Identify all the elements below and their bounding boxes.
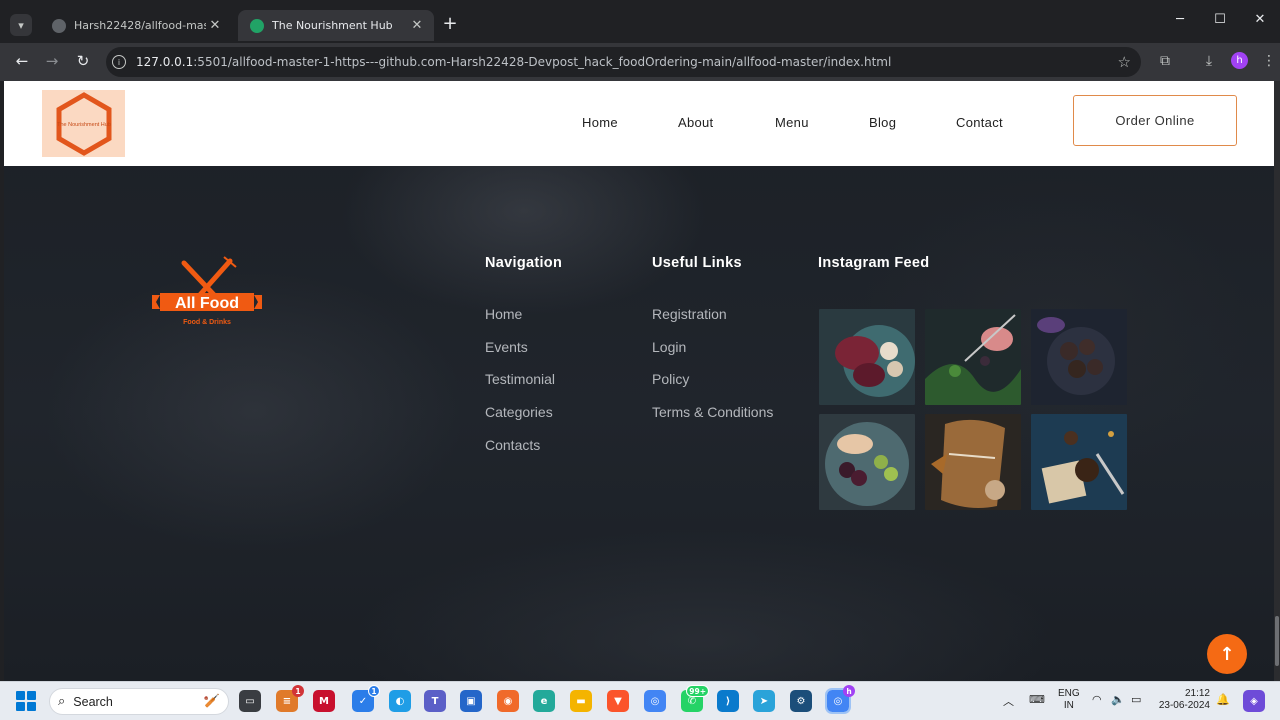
navigation-list: Home Events Testimonial Categories Conta… — [485, 306, 555, 469]
keyboard-icon[interactable]: ⌨ — [1029, 693, 1045, 706]
widgets-icon[interactable]: ≡ 1 — [276, 685, 304, 712]
brand-logo[interactable]: The Nourishment Hub — [42, 90, 125, 157]
site-header: The Nourishment Hub Home About Menu Blog… — [4, 81, 1274, 166]
bookmark-star-icon[interactable]: ☆ — [1118, 53, 1131, 71]
instagram-photo-chocolate-spread[interactable] — [1031, 414, 1127, 510]
site-favicon-icon — [250, 18, 264, 33]
mcafee-icon[interactable]: M — [313, 690, 335, 712]
footer-link-registration[interactable]: Registration — [652, 306, 773, 339]
arrow-up-icon: ↑ — [1219, 643, 1235, 665]
fork-knife-logo-icon: All Food Food & Drinks — [152, 256, 262, 326]
forward-arrow-icon[interactable]: → — [42, 52, 62, 70]
close-tab-icon[interactable]: ✕ — [206, 18, 224, 33]
footer-link-terms[interactable]: Terms & Conditions — [652, 404, 773, 437]
page-viewport: The Nourishment Hub Home About Menu Blog… — [4, 81, 1274, 681]
footer-link-contacts[interactable]: Contacts — [485, 437, 555, 470]
site-info-icon[interactable]: i — [112, 55, 126, 69]
app-icon[interactable]: ⚙ — [790, 690, 812, 712]
hexagon-logo-icon: The Nourishment Hub — [56, 91, 111, 156]
windows-start-icon[interactable] — [16, 691, 36, 711]
navigation-heading: Navigation — [485, 255, 563, 271]
chrome-icon[interactable]: ◎ — [644, 690, 666, 712]
menu-kebab-icon[interactable]: ⋮ — [1260, 53, 1278, 69]
chrome-profile-icon[interactable]: ◎ h — [825, 685, 855, 714]
footer-link-home[interactable]: Home — [485, 306, 555, 339]
tab-search-icon[interactable]: ▾ — [10, 14, 32, 36]
profile-avatar[interactable]: h — [1231, 52, 1248, 69]
svg-text:All Food: All Food — [175, 295, 239, 312]
tab-github[interactable]: Harsh22428/allfood-master-1-l ✕ — [40, 10, 232, 41]
tab-nourishment-hub[interactable]: The Nourishment Hub ✕ — [238, 10, 434, 41]
store-icon[interactable]: ▣ — [460, 690, 482, 712]
nav-blog[interactable]: Blog — [869, 115, 896, 130]
windows-taskbar: ⌕ Search 🏏 ▭ ≡ 1 M ✓ 1 ◐ T ▣ ◉ e ▬ ▼ ◎ ✆ 99… — [0, 681, 1280, 720]
instagram-photo-berries-spoon[interactable] — [925, 309, 1021, 405]
search-icon: ⌕ — [58, 694, 66, 709]
instagram-heading: Instagram Feed — [818, 255, 930, 271]
clock[interactable]: 21:12 23-06-2024 — [1158, 688, 1210, 712]
nav-menu[interactable]: Menu — [775, 115, 809, 130]
brave-icon[interactable]: ▼ — [607, 690, 629, 712]
footer-logo[interactable]: All Food Food & Drinks — [150, 253, 264, 327]
page-scrollbar[interactable] — [1274, 81, 1280, 681]
close-tab-icon[interactable]: ✕ — [408, 18, 426, 33]
scrollbar-thumb[interactable] — [1275, 616, 1279, 666]
todo-icon[interactable]: ✓ 1 — [352, 685, 380, 712]
copilot-icon[interactable]: ◐ — [389, 690, 411, 712]
tab-title: The Nourishment Hub — [272, 19, 393, 32]
github-favicon-icon — [52, 18, 66, 33]
order-online-button[interactable]: Order Online — [1073, 95, 1237, 146]
svg-text:The Nourishment Hub: The Nourishment Hub — [57, 122, 111, 128]
footer-link-policy[interactable]: Policy — [652, 371, 773, 404]
wifi-icon[interactable]: ◠ — [1092, 693, 1102, 706]
search-highlight-icon: 🏏 — [203, 694, 220, 709]
footer-link-login[interactable]: Login — [652, 339, 773, 372]
useful-links-list: Registration Login Policy Terms & Condit… — [652, 306, 773, 437]
scroll-to-top-button[interactable]: ↑ — [1207, 634, 1247, 674]
volume-icon[interactable]: 🔈 — [1111, 693, 1125, 706]
footer-link-testimonial[interactable]: Testimonial — [485, 371, 555, 404]
firefox-icon[interactable]: ◉ — [497, 690, 519, 712]
minimize-icon[interactable]: ─ — [1160, 12, 1200, 27]
task-view-icon[interactable]: ▭ — [239, 690, 261, 712]
back-arrow-icon[interactable]: ← — [12, 52, 32, 70]
notification-bell-icon[interactable]: 🔔 — [1216, 693, 1230, 706]
tray-chevron-up-icon[interactable]: ︿ — [1003, 693, 1014, 709]
nav-about[interactable]: About — [678, 115, 713, 130]
extensions-icon[interactable]: ⧉ — [1156, 53, 1174, 69]
svg-text:Food & Drinks: Food & Drinks — [183, 319, 231, 326]
teams-icon[interactable]: T — [424, 690, 446, 712]
instagram-grid — [819, 309, 1127, 510]
nav-home[interactable]: Home — [582, 115, 618, 130]
browser-toolbar: ← → ↻ i 127.0.0.1:5501/allfood-master-1-… — [0, 43, 1280, 81]
close-window-icon[interactable]: ✕ — [1240, 12, 1280, 27]
instagram-photo-grapes-platter[interactable] — [819, 414, 915, 510]
useful-links-heading: Useful Links — [652, 255, 742, 271]
download-icon[interactable]: ⤓ — [1200, 53, 1218, 69]
vscode-icon[interactable]: ⟩ — [717, 690, 739, 712]
instagram-photo-beetroot-garlic[interactable] — [819, 309, 915, 405]
address-bar[interactable]: i 127.0.0.1:5501/allfood-master-1-https-… — [106, 47, 1141, 77]
edge-icon[interactable]: e — [533, 690, 555, 712]
footer-link-events[interactable]: Events — [485, 339, 555, 372]
whatsapp-icon[interactable]: ✆ 99+ — [681, 685, 709, 712]
instagram-photo-bread-loaf[interactable] — [925, 414, 1021, 510]
maximize-icon[interactable]: ☐ — [1200, 12, 1240, 27]
reload-icon[interactable]: ↻ — [73, 52, 93, 70]
language-indicator[interactable]: ENG IN — [1058, 688, 1080, 712]
battery-icon[interactable]: ▭ — [1131, 693, 1141, 706]
instagram-photo-dark-dessert-balls[interactable] — [1031, 309, 1127, 405]
taskbar-search-box[interactable]: ⌕ Search 🏏 — [49, 688, 229, 715]
new-tab-plus-icon[interactable]: + — [440, 13, 460, 34]
copilot-pre-icon[interactable]: ◈ — [1243, 690, 1265, 712]
search-label: Search — [73, 694, 113, 709]
nav-contact[interactable]: Contact — [956, 115, 1003, 130]
file-explorer-icon[interactable]: ▬ — [570, 690, 592, 712]
footer-link-categories[interactable]: Categories — [485, 404, 555, 437]
tab-title: Harsh22428/allfood-master-1-l — [74, 19, 206, 32]
telegram-icon[interactable]: ➤ — [753, 690, 775, 712]
url-text[interactable]: 127.0.0.1:5501/allfood-master-1-https---… — [136, 55, 1118, 69]
window-controls: ─ ☐ ✕ — [1160, 12, 1280, 27]
browser-tabstrip: ▾ Harsh22428/allfood-master-1-l ✕ The No… — [0, 0, 1280, 43]
